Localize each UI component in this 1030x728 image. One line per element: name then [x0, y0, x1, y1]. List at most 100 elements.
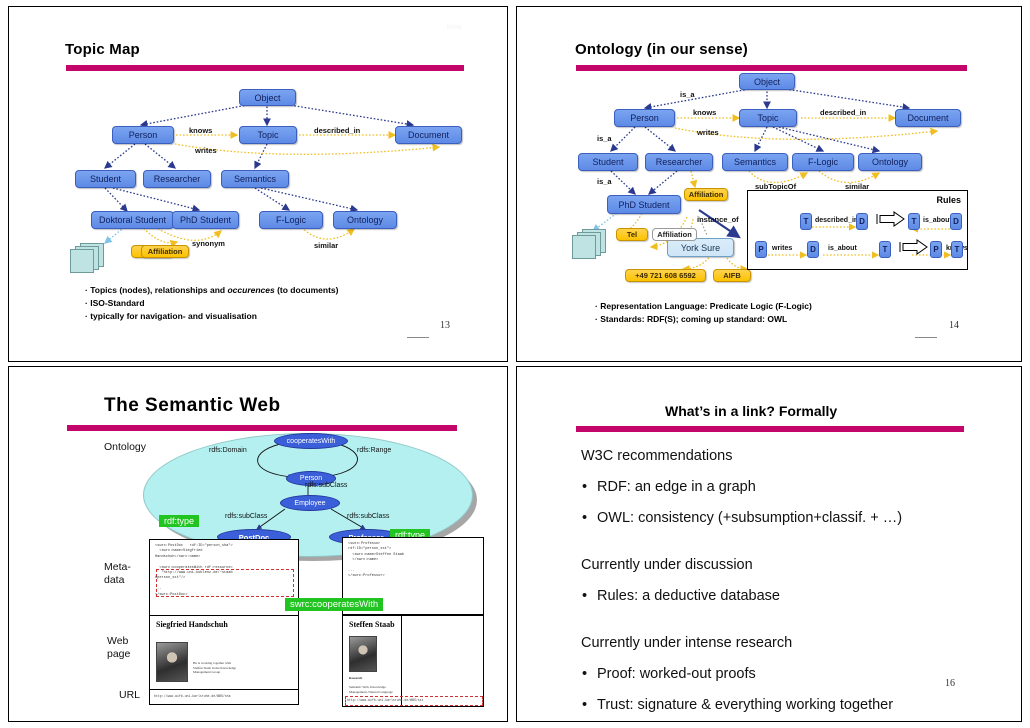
node-student[interactable]: Student [75, 170, 136, 188]
webpage-right[interactable]: Steffen Staab Research Semantic Web, Kno… [342, 615, 484, 707]
node-topic[interactable]: Topic [239, 126, 297, 144]
label-rdfs-subclass-2: rdfs:subClass [225, 513, 268, 520]
onode-cooperateswith[interactable]: cooperatesWith [274, 433, 348, 449]
bullet-item: · Representation Language: Predicate Log… [595, 301, 812, 311]
bullet-list: · Representation Language: Predicate Log… [595, 300, 812, 326]
rules-node-p1: P [755, 241, 767, 258]
onode-employee[interactable]: Employee [280, 495, 340, 511]
webpage-name: Steffen Staab [349, 620, 395, 629]
edge-label-similar: similar [314, 241, 339, 250]
implication-arrow-2 [899, 239, 929, 258]
node-researcher[interactable]: Researcher [645, 153, 713, 171]
node-semantics[interactable]: Semantics [221, 170, 289, 188]
node-f-logic[interactable]: F-Logic [259, 211, 323, 229]
rules-label-writes: writes [772, 245, 793, 252]
rules-node-d1: D [856, 213, 868, 230]
page-title: Ontology (in our sense) [575, 41, 748, 58]
rules-node-t1: T [800, 213, 812, 230]
bullet-trust: Trust: signature & everything working to… [581, 690, 902, 721]
label-rdfs-range: rdfs:Range [357, 447, 392, 454]
edge-label-described-in: described_in [314, 126, 361, 135]
code-text: <swrc:Professor rdf:ID="person_sst"> <sw… [348, 542, 405, 579]
bullet-item: · Topics (nodes), relationships and occu… [85, 285, 339, 295]
rules-box: Rules T described_in D T is_about D P wr… [747, 190, 968, 270]
webpage-heading: Research [349, 676, 363, 680]
title-rule [576, 65, 967, 71]
title-rule [67, 425, 457, 431]
green-label-rdf-type-left: rdf:type [159, 515, 200, 527]
edge-label-writes: writes [697, 128, 719, 137]
bullet-list: · Topics (nodes), relationships and occu… [85, 284, 338, 323]
rules-node-p2: P [930, 241, 942, 258]
webpage-left[interactable]: Siegfried Handschuh He is working togeth… [149, 615, 299, 705]
rules-label-is-about-1: is_about [923, 217, 952, 224]
code-text: <swrc:PostDoc rdf:ID="person_sha"> <swrc… [155, 544, 233, 597]
node-topic[interactable]: Topic [739, 109, 797, 127]
occurrence-affiliation-researcher[interactable]: Affiliation [684, 188, 728, 201]
slide-handout-page: Mine Topic Map Object Person Topic Docum… [0, 0, 1030, 728]
implication-arrow-1 [876, 211, 906, 230]
page-number: 14 [949, 320, 959, 331]
occurrence-aifb[interactable]: AIFB [713, 269, 751, 282]
node-doktoral-student[interactable]: Doktoral Student [91, 211, 174, 229]
page-title: What’s in a link? Formally [665, 403, 838, 419]
edge-label-instance-of: instance_of [697, 215, 739, 224]
side-label-webpage: Web page [107, 635, 131, 660]
node-researcher[interactable]: Researcher [143, 170, 211, 188]
portrait-photo [349, 636, 377, 672]
page-title: The Semantic Web [104, 395, 281, 416]
edge-label-knows: knows [189, 126, 213, 135]
portrait-photo [156, 642, 188, 682]
node-person[interactable]: Person [614, 109, 675, 127]
node-student[interactable]: Student [578, 153, 638, 171]
title-rule [66, 65, 464, 71]
bullet-proof: Proof: worked-out proofs [581, 659, 902, 690]
edge-label-is-a-2: is_a [597, 134, 612, 143]
node-person[interactable]: Person [112, 126, 174, 144]
label-rdfs-domain: rdfs:Domain [209, 447, 247, 454]
node-object[interactable]: Object [239, 89, 296, 106]
webpage-name: Siegfried Handschuh [156, 620, 228, 629]
webpage-text: He is working together with Steffen Staa… [193, 661, 237, 675]
node-ontology[interactable]: Ontology [858, 153, 922, 171]
document-stack-icon [572, 229, 606, 259]
bullet-item: · typically for navigation- and visualis… [85, 311, 257, 321]
slide-whats-in-a-link: What’s in a link? Formally W3C recommend… [516, 366, 1022, 722]
edge-label-is-a-1: is_a [680, 90, 695, 99]
node-semantics[interactable]: Semantics [722, 153, 788, 171]
heading-discussion: Currently under discussion [581, 557, 753, 573]
edge-label-synonym: synonym [192, 239, 225, 248]
node-object[interactable]: Object [739, 73, 795, 90]
bullet-item: · ISO-Standard [85, 298, 145, 308]
rules-node-t4: T [951, 241, 963, 258]
edge-label-writes: writes [195, 146, 217, 155]
occurrence-affiliation[interactable]: Affiliation [141, 245, 189, 258]
label-rdfs-subclass-1: rdfs:subClass [305, 482, 348, 489]
webpage-text: Semantic Web, Knowledge Management, Natu… [349, 685, 393, 694]
node-phd-student[interactable]: PhD Student [172, 211, 239, 229]
bullet-owl: OWL: consistency (+subsumption+classif. … [581, 503, 902, 534]
node-f-logic[interactable]: F-Logic [792, 153, 854, 171]
bullet-rules: Rules: a deductive database [581, 581, 902, 612]
edge-label-is-a-3: is_a [597, 177, 612, 186]
occurrence-affiliation[interactable]: Affiliation [652, 228, 697, 241]
rules-label-is-about-2: is_about [828, 245, 857, 252]
node-ontology[interactable]: Ontology [333, 211, 397, 229]
occurrence-tel[interactable]: Tel [616, 228, 648, 241]
occurrence-phone[interactable]: +49 721 608 6592 [625, 269, 706, 282]
page-number: 13 [440, 320, 450, 331]
node-phd-student[interactable]: PhD Student [607, 195, 681, 214]
node-document[interactable]: Document [895, 109, 961, 127]
rules-node-d2: D [950, 213, 962, 230]
slide-semantic-web: The Semantic Web cooperatesWith Person E… [8, 366, 508, 722]
watermark-text: Mine [447, 25, 463, 31]
webpage-url[interactable]: http://www.aifb.uni-karlsruhe.de/WBS/sha [154, 694, 231, 698]
node-document[interactable]: Document [395, 126, 462, 144]
page-dash [407, 337, 429, 338]
metadata-code-left[interactable]: <swrc:PostDoc rdf:ID="person_sha"> <swrc… [149, 539, 299, 617]
webpage-url[interactable]: http://www.aifb.uni-karlsruhe.de/WBS/sst [347, 698, 424, 702]
heading-research: Currently under intense research [581, 635, 793, 651]
page-title: Topic Map [65, 41, 140, 58]
bullet-item: · Standards: RDF(S); coming up standard:… [595, 314, 788, 324]
rules-label-described-in: described_in [815, 217, 859, 224]
